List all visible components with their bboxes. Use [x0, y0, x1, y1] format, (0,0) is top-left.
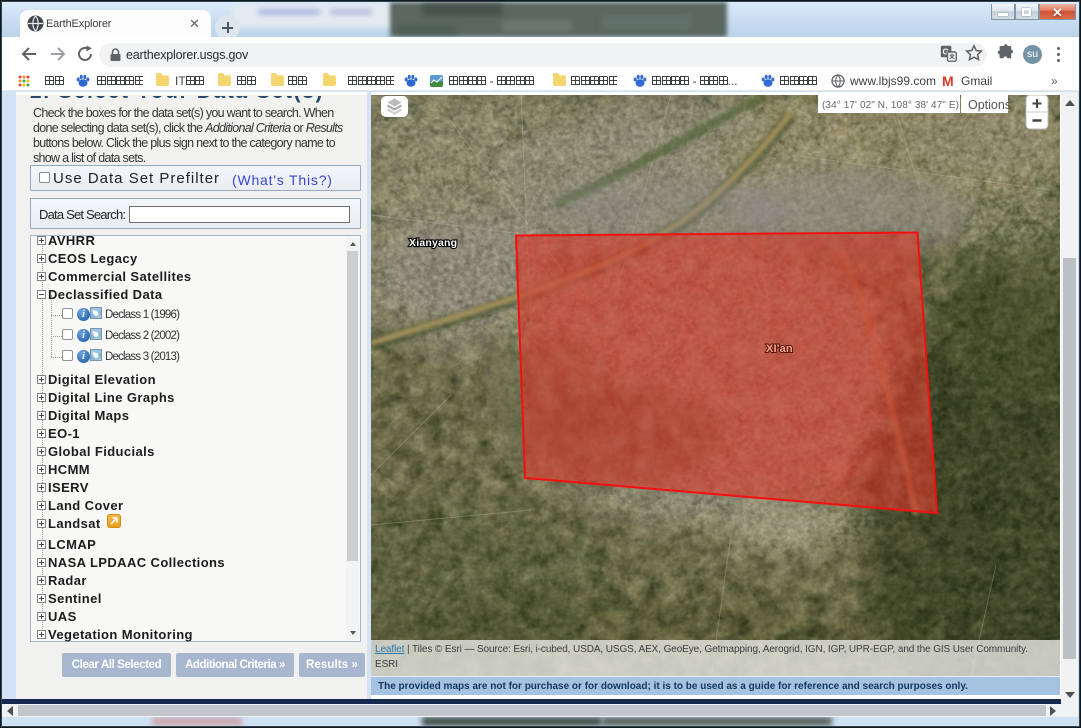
svg-text:Xianyang: Xianyang	[409, 237, 457, 249]
svg-text:XI'an: XI'an	[766, 343, 793, 355]
svg-text:(34° 17' 02" N, 108° 38' 47" E: (34° 17' 02" N, 108° 38' 47" E)	[822, 100, 959, 111]
svg-text:Options: Options	[968, 98, 1011, 112]
